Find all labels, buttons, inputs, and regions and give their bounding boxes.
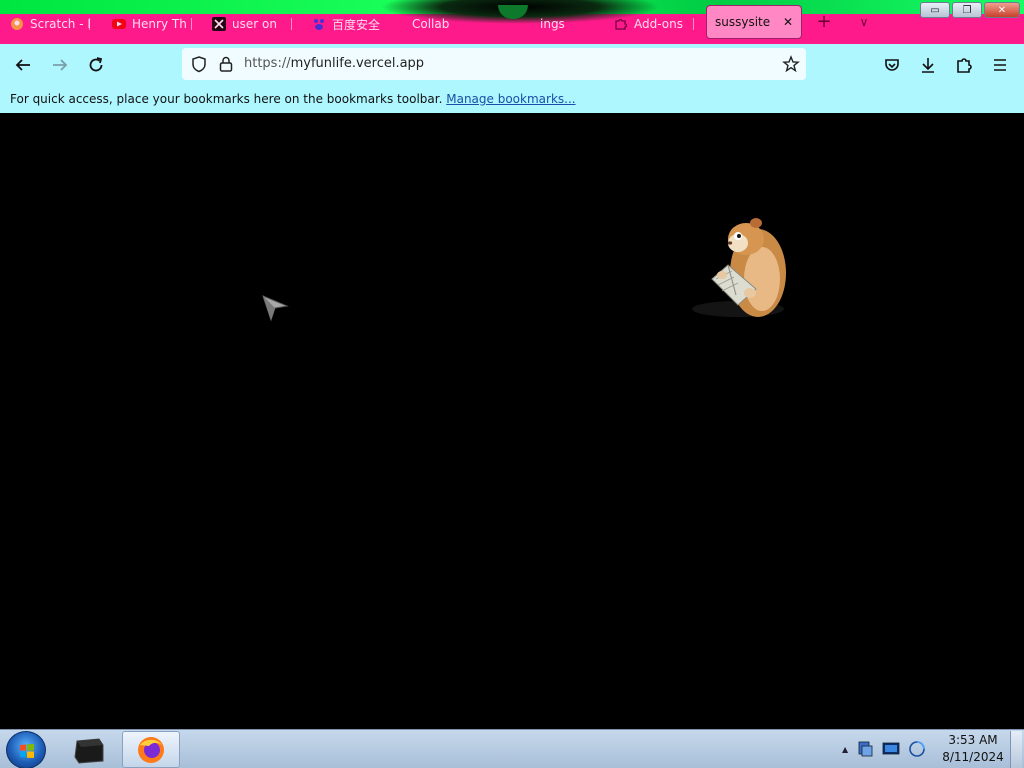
menu-button[interactable] bbox=[988, 53, 1012, 77]
hamburger-menu-icon bbox=[994, 59, 1006, 71]
url-domain: myfunlife.vercel.app bbox=[290, 56, 425, 71]
bookmarks-toolbar: For quick access, place your bookmarks h… bbox=[0, 86, 1024, 113]
forward-button[interactable] bbox=[48, 53, 72, 77]
screen: Scratch - I Henry Th user on 百度安全 Collab… bbox=[0, 0, 1024, 768]
tab-label: Collab bbox=[412, 17, 450, 31]
sync-icon[interactable] bbox=[908, 740, 926, 758]
pocket-icon bbox=[885, 59, 899, 71]
lock-icon[interactable] bbox=[218, 55, 234, 73]
x-icon bbox=[212, 17, 226, 31]
back-button[interactable] bbox=[11, 53, 35, 77]
tab-separator bbox=[693, 18, 694, 30]
tab-scratch[interactable]: Scratch - I bbox=[10, 14, 90, 34]
new-tab-button[interactable]: + bbox=[814, 12, 834, 32]
tab-label: Henry Th bbox=[132, 17, 187, 31]
address-bar[interactable]: https://myfunlife.vercel.app bbox=[182, 48, 806, 80]
mouse-cursor-icon bbox=[262, 295, 289, 322]
window-controls: ▭ ❐ ✕ bbox=[920, 2, 1020, 18]
bookmarks-empty-message: For quick access, place your bookmarks h… bbox=[10, 92, 443, 106]
bookmark-star-icon[interactable] bbox=[782, 55, 800, 73]
puzzle-icon bbox=[615, 18, 628, 30]
display-icon[interactable] bbox=[882, 740, 900, 758]
page-content bbox=[0, 113, 1024, 729]
clock-date: 8/11/2024 bbox=[942, 750, 1004, 764]
taskbar: ▲ 3:53 AM 8/11/2024 bbox=[0, 729, 1024, 768]
tab-label: sussysite bbox=[715, 15, 771, 29]
close-window-button[interactable]: ✕ bbox=[984, 2, 1020, 18]
system-tray: ▲ bbox=[842, 740, 926, 758]
reload-icon bbox=[89, 57, 103, 72]
network-icon[interactable] bbox=[856, 740, 874, 758]
extensions-button[interactable] bbox=[952, 53, 976, 77]
list-all-tabs-button[interactable]: ∨ bbox=[854, 12, 874, 32]
taskbar-clock[interactable]: 3:53 AM 8/11/2024 bbox=[940, 732, 1006, 766]
tab-sussysite-active[interactable]: sussysite ✕ bbox=[706, 5, 802, 39]
download-icon bbox=[922, 58, 934, 73]
tab-separator bbox=[291, 18, 292, 30]
clock-time: 3:53 AM bbox=[948, 733, 998, 747]
tab-settings[interactable]: ings bbox=[540, 14, 590, 34]
taskbar-firefox[interactable] bbox=[122, 731, 180, 768]
restore-button[interactable]: ❐ bbox=[952, 2, 982, 18]
tab-label: user on bbox=[232, 17, 277, 31]
url-text[interactable]: https://myfunlife.vercel.app bbox=[244, 56, 424, 71]
minimize-button[interactable]: ▭ bbox=[920, 2, 950, 18]
baidu-icon bbox=[314, 19, 324, 30]
tab-baidu[interactable]: 百度安全 bbox=[312, 14, 392, 34]
tab-youtube[interactable]: Henry Th bbox=[112, 14, 192, 34]
close-tab-icon[interactable]: ✕ bbox=[783, 15, 793, 29]
taskbar-terminal[interactable] bbox=[60, 731, 118, 768]
windows-logo-icon bbox=[20, 744, 34, 758]
tab-addons[interactable]: Add-ons bbox=[614, 14, 694, 34]
url-protocol: https:// bbox=[244, 56, 291, 71]
back-arrow-icon bbox=[15, 59, 30, 71]
downloads-button[interactable] bbox=[916, 53, 940, 77]
start-button[interactable] bbox=[6, 731, 46, 768]
reload-button[interactable] bbox=[84, 53, 108, 77]
scratch-icon bbox=[11, 18, 23, 30]
tab-separator bbox=[89, 18, 90, 30]
show-desktop-button[interactable] bbox=[1010, 731, 1022, 768]
tab-label: 百度安全 bbox=[332, 17, 381, 32]
tab-label: ings bbox=[540, 17, 565, 31]
tab-collab[interactable]: Collab bbox=[412, 14, 472, 34]
hamster-reading-image bbox=[692, 218, 786, 317]
tab-label: Scratch - I bbox=[30, 17, 90, 31]
tab-strip: Scratch - I Henry Th user on 百度安全 Collab… bbox=[0, 0, 1024, 44]
puzzle-icon bbox=[957, 58, 972, 73]
pocket-button[interactable] bbox=[880, 53, 904, 77]
tab-label: Add-ons bbox=[634, 17, 683, 31]
youtube-icon bbox=[112, 19, 126, 29]
tab-x[interactable]: user on bbox=[212, 14, 292, 34]
tray-overflow-arrow-icon[interactable]: ▲ bbox=[842, 745, 848, 754]
manage-bookmarks-link[interactable]: Manage bookmarks... bbox=[446, 92, 575, 106]
firefox-icon bbox=[138, 736, 164, 763]
terminal-icon bbox=[74, 737, 104, 764]
tab-separator bbox=[191, 18, 192, 30]
shield-icon[interactable] bbox=[190, 55, 208, 73]
forward-arrow-icon bbox=[53, 59, 68, 71]
